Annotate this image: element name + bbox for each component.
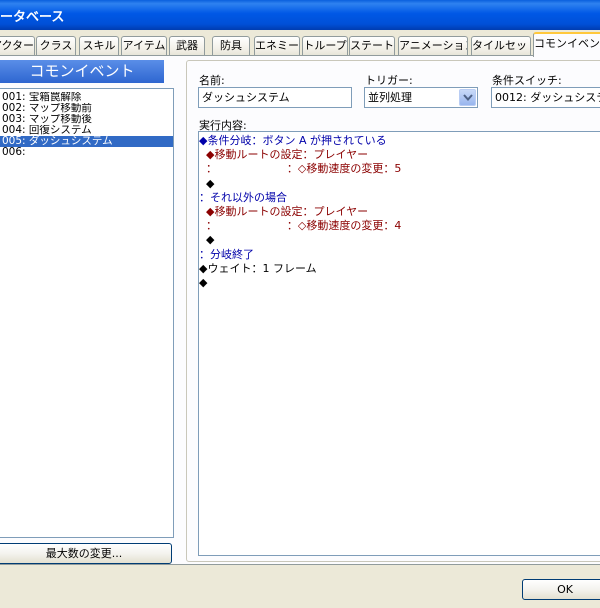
tab-class[interactable]: クラス [36,36,76,56]
command-line[interactable]: ◆ウェイト：1 フレーム [199,262,600,276]
trigger-label: トリガー: [365,74,413,87]
condition-switch-label: 条件スイッチ: [492,74,562,87]
tab-tileset[interactable]: タイルセット [471,36,531,56]
tab-strip: アクター クラス スキル アイテム 武器 防具 エネミー トループ ステート ア… [0,32,600,57]
list-item[interactable]: 001: 宝箱罠解除 [0,92,173,103]
tab-enemy[interactable]: エネミー [254,36,300,56]
chevron-down-icon[interactable] [459,89,476,106]
command-line[interactable]: ： ：◇移動速度の変更：5 [199,162,600,176]
tab-animation[interactable]: アニメーション [398,36,468,56]
list-item[interactable]: 002: マップ移動前 [0,103,173,114]
command-line[interactable]: ◆ [199,177,600,191]
trigger-select[interactable]: 並列処理 [364,87,478,108]
change-maximum-button[interactable]: 最大数の変更... [0,543,172,564]
command-line[interactable]: ◆条件分岐：ボタン A が押されている [199,134,600,148]
window-titlebar: ータベース [0,0,600,30]
trigger-value: 並列処理 [368,91,412,104]
name-field[interactable]: ダッシュシステム [198,87,352,108]
command-line[interactable]: ：それ以外の場合 [199,191,600,205]
tab-skill[interactable]: スキル [79,36,119,56]
command-line[interactable]: ：分岐終了 [199,248,600,262]
list-item[interactable]: 006: [0,147,173,158]
tab-common-event[interactable]: コモンイベント [533,32,600,57]
ok-button[interactable]: OK [522,579,600,600]
event-commands-list[interactable]: ◆条件分岐：ボタン A が押されている ◆移動ルートの設定：プレイヤー ： ：◇… [198,131,600,556]
name-label: 名前: [199,74,225,87]
tab-armor[interactable]: 防具 [212,36,250,56]
command-line[interactable]: ◆移動ルートの設定：プレイヤー [199,205,600,219]
event-list-header: コモンイベント [0,60,164,83]
list-item[interactable]: 004: 回復システム [0,125,173,136]
condition-switch-field[interactable]: 0012: ダッシュシステム [491,87,600,108]
tab-weapon[interactable]: 武器 [169,36,205,56]
tab-item[interactable]: アイテム [121,36,167,56]
event-list[interactable]: 001: 宝箱罠解除 002: マップ移動前 003: マップ移動後 004: … [0,88,174,538]
tab-state[interactable]: ステート [349,36,395,56]
command-line[interactable]: ◆移動ルートの設定：プレイヤー [199,148,600,162]
command-line[interactable]: ◆ [199,276,600,290]
command-line[interactable]: ◆ [199,233,600,247]
window-title: ータベース [0,10,65,25]
list-item[interactable]: 003: マップ移動後 [0,114,173,125]
list-item-selected[interactable]: 005: ダッシュシステム [0,136,173,147]
command-line[interactable]: ： ：◇移動速度の変更：4 [199,219,600,233]
tab-troop[interactable]: トループ [302,36,348,56]
tab-actor[interactable]: アクター [0,36,35,56]
